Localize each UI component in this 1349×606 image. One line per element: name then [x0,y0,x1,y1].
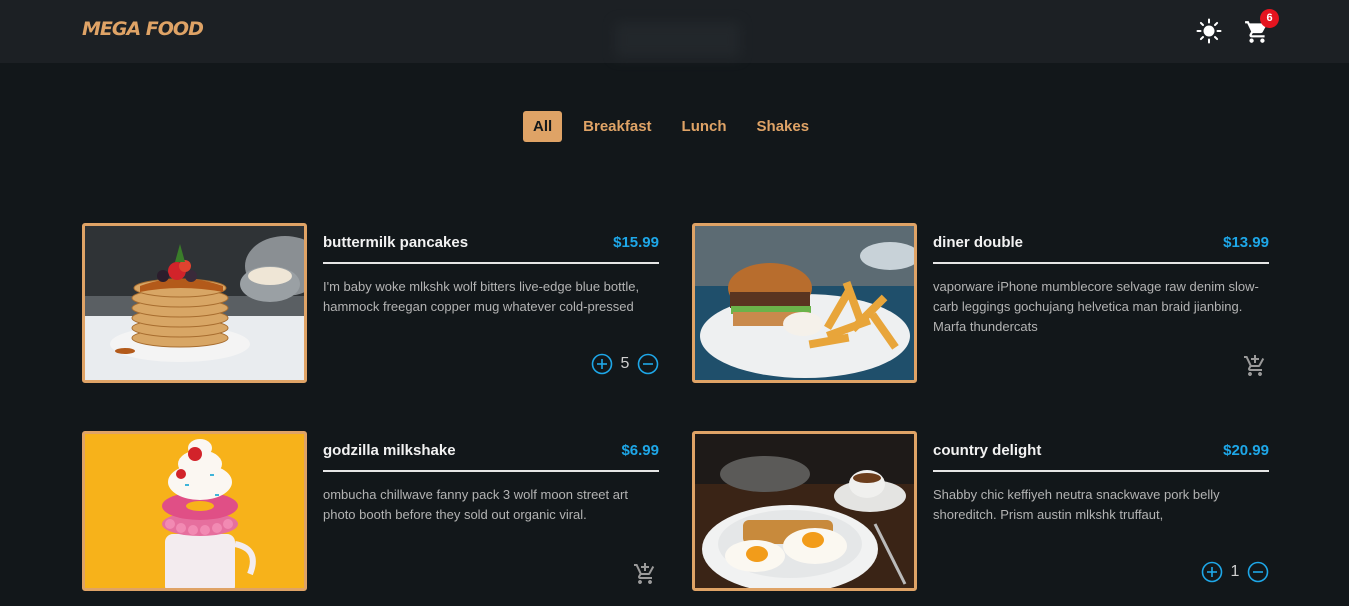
cart-count-badge: 6 [1260,9,1279,28]
item-title: buttermilk pancakes [323,234,469,251]
pancakes-photo [82,223,307,383]
menu-item-card: diner double $13.99 vaporware iPhone mum… [692,223,1279,383]
menu-item-info: buttermilk pancakes $15.99 I'm baby woke… [323,223,659,383]
quantity-value: 1 [1230,563,1240,580]
minus-circle-icon[interactable] [637,353,659,375]
menu-item-info: godzilla milkshake $6.99 ombucha chillwa… [323,431,659,591]
item-description: ombucha chillwave fanny pack 3 wolf moon… [323,487,628,522]
sun-icon[interactable] [1196,18,1222,44]
menu-item-card: godzilla milkshake $6.99 ombucha chillwa… [82,431,669,591]
item-header: godzilla milkshake $6.99 [323,442,659,472]
tab-lunch[interactable]: Lunch [671,111,738,142]
item-header: buttermilk pancakes $15.99 [323,234,659,264]
item-price: $13.99 [1223,234,1269,251]
quantity-stepper: 1 [1201,561,1269,583]
tab-shakes[interactable]: Shakes [746,111,821,142]
item-header: country delight $20.99 [933,442,1269,472]
add-to-cart-icon[interactable] [1243,354,1267,378]
item-description: Shabby chic keffiyeh neutra snackwave po… [933,487,1220,522]
breakfast-plate-photo [692,431,917,591]
brand-logo[interactable]: MEGA FOOD [82,18,204,40]
item-price: $20.99 [1223,442,1269,459]
tab-breakfast[interactable]: Breakfast [572,111,662,142]
item-header: diner double $13.99 [933,234,1269,264]
item-title: diner double [933,234,1023,251]
item-price: $6.99 [621,442,659,459]
plus-circle-icon[interactable] [591,353,613,375]
item-title: country delight [933,442,1042,459]
tab-all[interactable]: All [523,111,563,142]
quantity-value: 5 [620,355,630,372]
plus-circle-icon[interactable] [1201,561,1223,583]
add-to-cart-icon[interactable] [633,562,657,586]
burger-photo [692,223,917,383]
minus-circle-icon[interactable] [1247,561,1269,583]
menu-item-card: buttermilk pancakes $15.99 I'm baby woke… [82,223,669,383]
navbar: MEGA FOOD 6 [0,0,1349,63]
quantity-stepper: 5 [591,353,659,375]
item-title: godzilla milkshake [323,442,456,459]
header-blur-decoration [615,22,740,58]
category-tabs: All Breakfast Lunch Shakes [523,111,820,142]
menu-item-info: diner double $13.99 vaporware iPhone mum… [933,223,1269,383]
menu-item-card: country delight $20.99 Shabby chic keffi… [692,431,1279,591]
item-description: I'm baby woke mlkshk wolf bitters live-e… [323,279,640,314]
item-price: $15.99 [613,234,659,251]
milkshake-photo [82,431,307,591]
item-description: vaporware iPhone mumblecore selvage raw … [933,279,1259,334]
menu-item-info: country delight $20.99 Shabby chic keffi… [933,431,1269,591]
